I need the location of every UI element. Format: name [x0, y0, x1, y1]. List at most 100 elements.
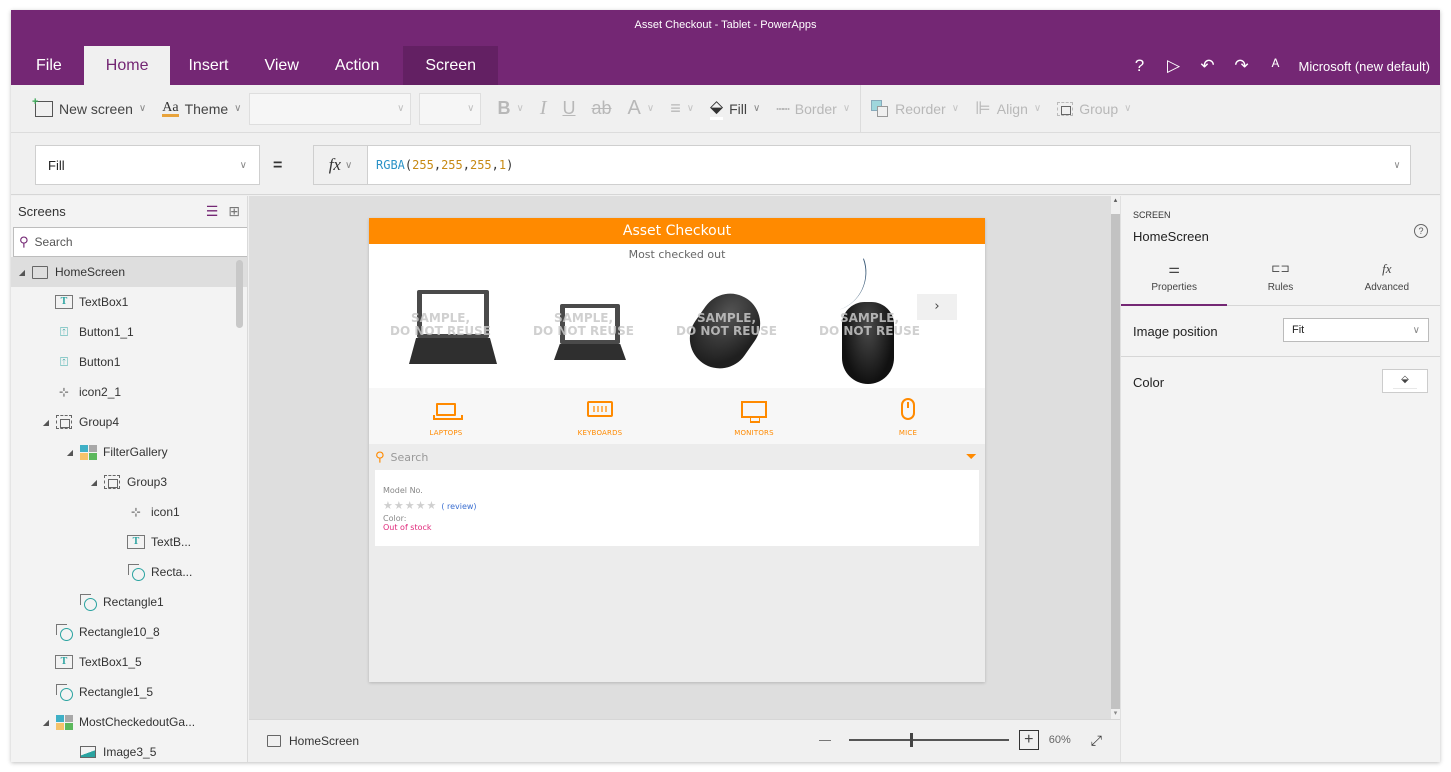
filter-icon[interactable]: ⏷	[966, 449, 977, 465]
underline-button[interactable]: U	[554, 85, 583, 132]
zoom-in-button[interactable]: +	[1018, 730, 1039, 750]
tree-item[interactable]: Rectangle10_8	[11, 617, 247, 647]
fx-icon: fx	[1382, 261, 1392, 276]
tree-item[interactable]: ◢ HomeScreen	[11, 257, 247, 287]
tree-item[interactable]: ⍐ Button1_1	[11, 317, 247, 347]
scroll-down-icon[interactable]: ▾	[1111, 709, 1120, 719]
tab-rules[interactable]: ⊏⊐ Rules	[1227, 256, 1333, 305]
most-checked-out-gallery[interactable]: Most checked out SAMPLE, DO NOT REUSE SAM…	[369, 244, 985, 388]
tab-properties[interactable]: ⚌ Properties	[1121, 256, 1228, 306]
tree-item-label: TextBox1	[79, 295, 129, 309]
new-screen-label: New screen	[59, 100, 133, 117]
tree-search-input[interactable]: ⚲ Search	[13, 227, 247, 257]
product-item-wireless-mouse[interactable]: SAMPLE, DO NOT REUSE	[655, 264, 798, 384]
new-screen-icon: +	[32, 96, 53, 117]
tab-view[interactable]: View	[246, 46, 316, 86]
group-button[interactable]: Group ∨	[1049, 85, 1139, 132]
bold-button[interactable]: B ∨	[489, 85, 531, 132]
tab-file[interactable]: File	[11, 46, 80, 86]
tab-screen[interactable]: Screen	[403, 46, 499, 86]
expand-collapse-icon[interactable]: ◢	[89, 478, 99, 487]
product-item-laptop[interactable]: SAMPLE, DO NOT REUSE	[369, 264, 512, 384]
tree-item[interactable]: ◢ FilterGallery	[11, 437, 247, 467]
tree-item[interactable]: Rectangle1_5	[11, 677, 247, 707]
help-icon[interactable]: ?	[1125, 56, 1155, 76]
category-mice[interactable]: MICE	[831, 388, 985, 444]
tree-item[interactable]: ◢ Group3	[11, 467, 247, 497]
monitor-icon	[741, 400, 767, 423]
group-icon	[103, 474, 121, 490]
tree-item[interactable]: ⊹ icon2_1	[11, 377, 247, 407]
tree-item[interactable]: ⍐ Button1	[11, 347, 247, 377]
expand-collapse-icon[interactable]: ◢	[41, 418, 51, 427]
tree-item[interactable]: ◢ Group4	[11, 407, 247, 437]
app-preview-screen[interactable]: Asset Checkout Most checked out SAMPLE, D…	[369, 218, 985, 682]
font-color-button[interactable]: A ∨	[620, 85, 663, 132]
category-keyboards[interactable]: KEYBOARDS	[523, 388, 677, 444]
font-size-select[interactable]: ∨	[419, 92, 482, 125]
environment-selector[interactable]: Microsoft (new default)	[1299, 59, 1431, 74]
zoom-out-button[interactable]	[818, 739, 831, 741]
gallery-icon	[79, 444, 97, 460]
tree-item[interactable]: T TextBox1_5	[11, 647, 247, 677]
tree-item[interactable]: T TextBox1	[11, 287, 247, 317]
canvas-scrollbar[interactable]: ▴ ▾	[1111, 196, 1120, 719]
fit-to-window-icon[interactable]: ⤢	[1091, 732, 1102, 749]
product-item-laptop-small[interactable]: SAMPLE, DO NOT REUSE	[512, 264, 655, 384]
new-screen-button[interactable]: + New screen ∨	[11, 85, 154, 132]
expand-collapse-icon[interactable]: ◢	[41, 718, 51, 727]
tree-view-icon[interactable]: ☰	[206, 203, 219, 220]
text-align-button[interactable]: ≡ ∨	[662, 85, 702, 132]
tree-scrollbar[interactable]	[236, 260, 243, 328]
app-search-input[interactable]: ⚲ Search ⏷	[369, 444, 985, 470]
fill-button[interactable]: ⬙ Fill ∨	[702, 85, 768, 132]
current-screen-indicator[interactable]: HomeScreen	[267, 734, 359, 748]
reorder-button[interactable]: Reorder ∨	[863, 85, 967, 132]
theme-button[interactable]: Aa Theme ∨	[154, 85, 249, 132]
tree-item[interactable]: Image3_5	[11, 737, 247, 762]
expand-formula-icon[interactable]: ∨	[1394, 160, 1400, 171]
expand-collapse-icon[interactable]: ◢	[17, 268, 27, 277]
italic-button[interactable]: I	[532, 85, 555, 132]
tree-item[interactable]: Rectangle1	[11, 587, 247, 617]
tab-advanced[interactable]: fx Advanced	[1334, 256, 1440, 305]
thumbnail-view-icon[interactable]: ⊞	[228, 203, 240, 220]
expand-collapse-icon[interactable]: ◢	[65, 448, 75, 457]
review-link[interactable]: ( review)	[441, 502, 476, 511]
property-select[interactable]: Fill ∨	[35, 145, 260, 185]
tab-home[interactable]: Home	[83, 46, 171, 86]
rectangle-icon	[79, 594, 97, 611]
align-icon: ⊫	[975, 98, 991, 118]
ribbon-tabs: File Home Insert View Action Screen	[11, 46, 499, 86]
tree-item[interactable]: ◢ MostCheckedoutGa...	[11, 707, 247, 737]
strikethrough-button[interactable]: ab	[583, 85, 619, 132]
tree-item[interactable]: Recta...	[11, 557, 247, 587]
result-item[interactable]: Model No. ★★★★★( review) Color: Out of s…	[375, 470, 979, 546]
tree-item[interactable]: ⊹ icon1	[11, 497, 247, 527]
product-item-wired-mouse[interactable]: SAMPLE, DO NOT REUSE	[798, 258, 941, 384]
undo-icon[interactable]: ↶	[1193, 56, 1223, 76]
redo-icon[interactable]: ↷	[1227, 56, 1257, 76]
image-position-select[interactable]: Fit ∨	[1283, 318, 1429, 342]
formula-input[interactable]: RGBA(255, 255, 255, 1) ∨	[367, 145, 1411, 185]
font-family-select[interactable]: ∨	[249, 92, 412, 125]
category-laptops[interactable]: LAPTOPS	[369, 388, 523, 444]
category-monitors[interactable]: MONITORS	[677, 388, 831, 444]
scroll-up-icon[interactable]: ▴	[1111, 196, 1120, 214]
align-button[interactable]: ⊫ Align ∨	[967, 85, 1049, 132]
paint-bucket-icon: ⬙	[1401, 374, 1409, 385]
color-picker-button[interactable]: ⬙	[1382, 369, 1428, 393]
toolbar-divider	[860, 84, 862, 133]
tab-insert[interactable]: Insert	[170, 46, 246, 86]
play-icon[interactable]: ▷	[1159, 56, 1189, 76]
zoom-slider[interactable]	[848, 733, 1009, 747]
next-arrow-button[interactable]: ›	[917, 294, 957, 320]
app-search-placeholder: Search	[390, 450, 429, 464]
tab-action[interactable]: Action	[317, 46, 397, 86]
help-icon[interactable]: ?	[1414, 224, 1428, 238]
border-button[interactable]: ┅┅ Border ∨	[768, 85, 858, 132]
tree-item[interactable]: T TextB...	[11, 527, 247, 557]
powerapps-window: Asset Checkout - Tablet - PowerApps File…	[11, 10, 1440, 762]
user-icon[interactable]: ᴬ	[1261, 56, 1291, 76]
fx-button[interactable]: fx ∨	[313, 145, 368, 185]
